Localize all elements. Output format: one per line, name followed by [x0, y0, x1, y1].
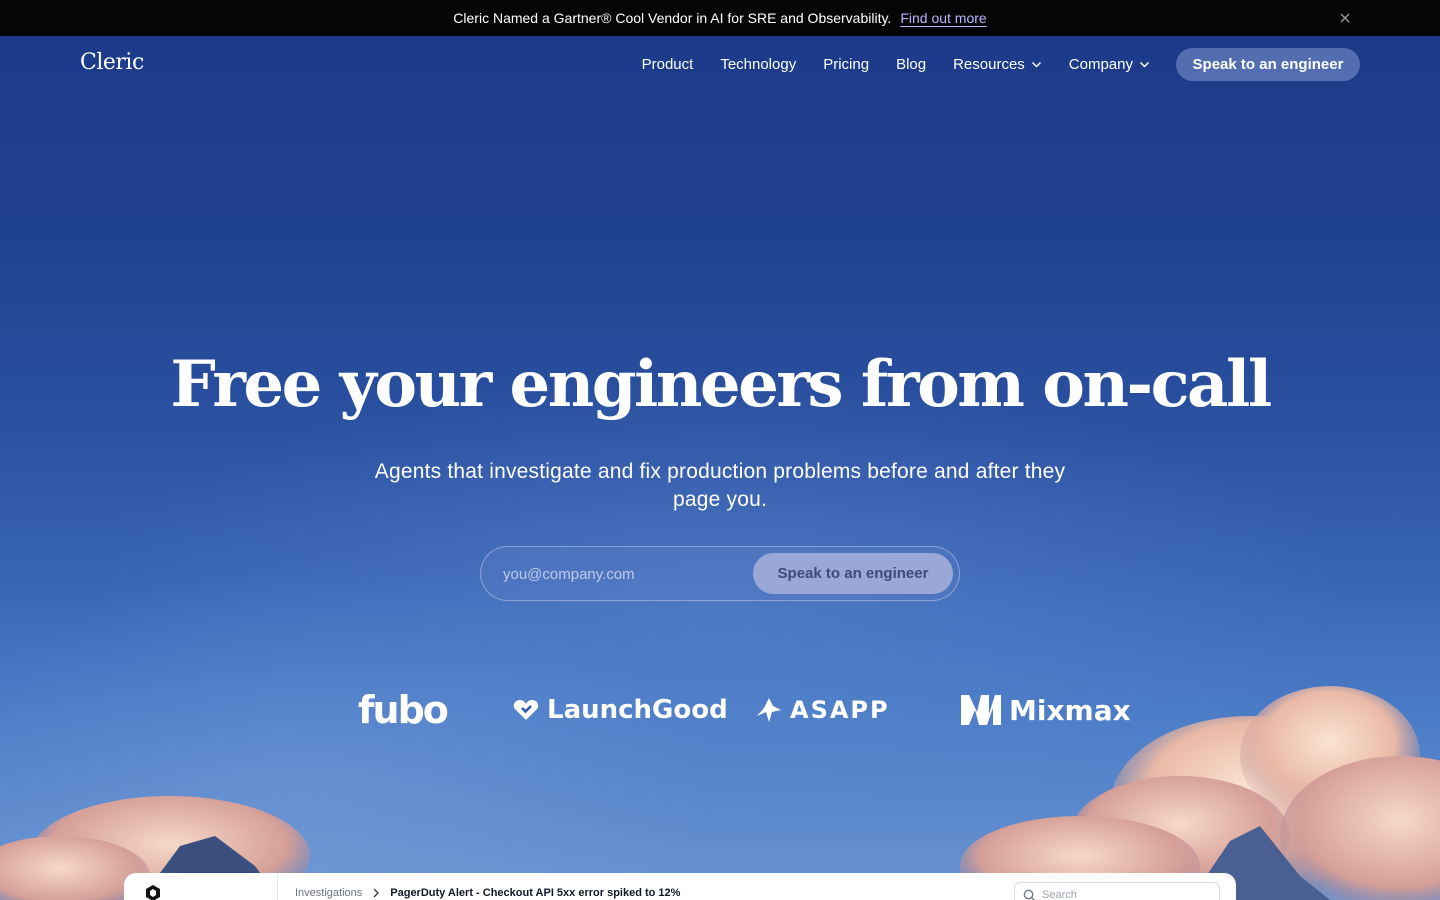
preview-search [1014, 882, 1220, 900]
nav-blog[interactable]: Blog [896, 56, 926, 73]
close-icon[interactable] [1336, 9, 1354, 27]
chevron-down-icon [1139, 61, 1150, 68]
asapp-logo: ASAPP [756, 690, 890, 730]
chevron-right-icon [373, 888, 380, 898]
app-logo-icon [146, 885, 160, 900]
hero-headline: Free your engineers from on-call [170, 347, 1272, 422]
customer-logos: fubo LaunchGood ASAPP Mixmax [0, 688, 1440, 732]
speak-to-engineer-nav-button[interactable]: Speak to an engineer [1176, 48, 1360, 81]
preview-sidebar [124, 873, 278, 900]
breadcrumb-investigations[interactable]: Investigations [295, 887, 362, 899]
mixmax-mark-icon [961, 695, 1001, 725]
launchgood-logo: LaunchGood [513, 690, 728, 730]
nav-resources[interactable]: Resources [953, 56, 1042, 73]
heart-icon [513, 700, 539, 720]
email-signup-form: Speak to an engineer [480, 546, 960, 601]
hero-subhead: Agents that investigate and fix producti… [374, 460, 1066, 511]
search-icon [1023, 889, 1036, 900]
announcement-text: Cleric Named a Gartner® Cool Vendor in A… [453, 10, 892, 26]
fubo-logo: fubo [358, 688, 449, 732]
breadcrumb: Investigations PagerDuty Alert - Checkou… [295, 887, 680, 899]
nav-company[interactable]: Company [1069, 56, 1150, 73]
breadcrumb-current: PagerDuty Alert - Checkout API 5xx error… [390, 887, 681, 899]
chevron-down-icon [1031, 61, 1041, 68]
mixmax-logo: Mixmax [961, 690, 1131, 730]
app-preview-window: Investigations PagerDuty Alert - Checkou… [124, 873, 1236, 900]
nav-pricing[interactable]: Pricing [823, 56, 869, 73]
nav-links: Product Technology Pricing Blog Resource… [642, 36, 1150, 92]
top-nav: Cleric Product Technology Pricing Blog R… [0, 36, 1440, 92]
speak-to-engineer-button[interactable]: Speak to an engineer [753, 553, 953, 594]
email-input[interactable] [503, 559, 743, 589]
find-out-more-link[interactable]: Find out more [900, 10, 986, 26]
asapp-mark-icon [757, 698, 781, 722]
cleric-logo[interactable]: Cleric [80, 50, 144, 75]
nav-product[interactable]: Product [642, 56, 694, 73]
nav-technology[interactable]: Technology [720, 56, 796, 73]
search-input[interactable] [1042, 889, 1192, 900]
announcement-bar: Cleric Named a Gartner® Cool Vendor in A… [0, 0, 1440, 36]
